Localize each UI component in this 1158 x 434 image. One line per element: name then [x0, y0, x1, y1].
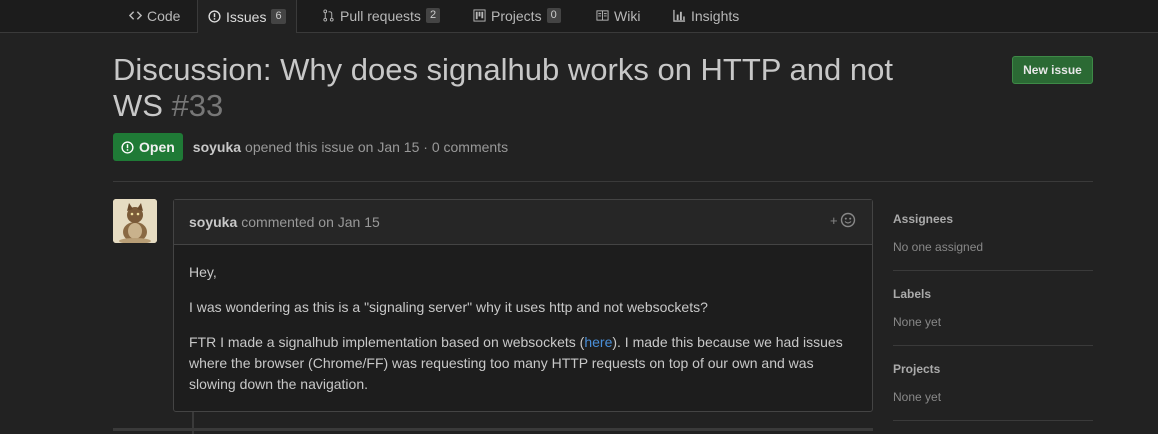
add-reaction-button[interactable]: + [830, 211, 858, 231]
pull-requests-counter: 2 [425, 8, 441, 23]
issue-title: Discussion: Why does signalhub works on … [113, 52, 943, 124]
projects-heading: Projects [893, 362, 941, 376]
repo-nav: Code Issues 6 Pull requests 2 Projects 0… [0, 0, 1158, 33]
tab-pull-requests-label: Pull requests [340, 7, 421, 24]
tab-pull-requests[interactable]: Pull requests 2 [322, 0, 441, 31]
tab-code[interactable]: Code [129, 0, 180, 31]
tab-issues-label: Issues [226, 8, 267, 25]
tab-wiki-label: Wiki [614, 7, 641, 24]
cat-avatar-image [113, 199, 157, 243]
git-pull-request-icon [323, 9, 334, 22]
book-icon [596, 10, 609, 21]
tab-code-label: Code [147, 7, 181, 24]
tab-issues[interactable]: Issues 6 [197, 0, 297, 33]
comment-author-link[interactable]: soyuka [189, 214, 237, 230]
comment-header: soyuka commented on Jan 15 [174, 200, 872, 245]
comment-paragraph: Hey, [189, 264, 217, 280]
comment-box: soyuka commented on Jan 15 + Hey, I was … [173, 199, 873, 412]
tab-insights[interactable]: Insights [673, 0, 739, 31]
avatar[interactable] [113, 199, 157, 243]
issue-opened-icon [208, 10, 221, 23]
issues-counter: 6 [271, 9, 286, 24]
issue-title-text: Discussion: Why does signalhub works on … [113, 52, 893, 123]
status-label: Open [139, 139, 175, 155]
project-icon [473, 9, 486, 22]
assignees-heading: Assignees [893, 212, 954, 226]
comment-timestamp[interactable]: commented on Jan 15 [241, 214, 380, 230]
issue-opened-icon [121, 140, 134, 154]
assignees-value: No one assigned [893, 240, 984, 254]
issue-opened-text: opened this issue on Jan 15 · 0 comments [245, 139, 509, 155]
sidebar-labels[interactable]: Labels None yet [893, 287, 1093, 329]
code-icon [129, 11, 142, 20]
comment-body: Hey, I was wondering as this is a "signa… [174, 245, 872, 395]
tab-insights-label: Insights [691, 7, 740, 24]
issue-author-link[interactable]: soyuka [193, 139, 241, 155]
comment-paragraph: I was wondering as this is a "signaling … [189, 299, 708, 315]
status-badge: Open [113, 133, 183, 161]
header-divider [113, 181, 1093, 182]
tab-projects-label: Projects [491, 7, 542, 24]
labels-value: None yet [893, 315, 942, 329]
sidebar-projects[interactable]: Projects None yet [893, 362, 1093, 404]
reaction-plus: + [830, 213, 838, 228]
comment-text: FTR I made a signalhub implementation ba… [189, 334, 585, 350]
timeline-divider [113, 428, 873, 431]
projects-value: None yet [893, 390, 942, 404]
sidebar-divider [893, 345, 1093, 346]
sidebar-divider [893, 420, 1093, 421]
smiley-icon: + [830, 212, 856, 228]
issue-meta: Open soyuka opened this issue on Jan 15 … [113, 133, 508, 161]
sidebar-divider [893, 270, 1093, 271]
graph-icon [673, 9, 686, 22]
issue-number: #33 [171, 88, 224, 123]
projects-counter: 0 [546, 8, 561, 23]
labels-heading: Labels [893, 287, 932, 301]
sidebar-assignees[interactable]: Assignees No one assigned [893, 212, 1093, 254]
tab-projects[interactable]: Projects 0 [473, 0, 561, 31]
here-link[interactable]: here [584, 334, 612, 350]
new-issue-button[interactable]: New issue [1012, 56, 1093, 84]
comment-paragraph: FTR I made a signalhub implementation ba… [189, 332, 857, 395]
tab-wiki[interactable]: Wiki [596, 0, 640, 31]
